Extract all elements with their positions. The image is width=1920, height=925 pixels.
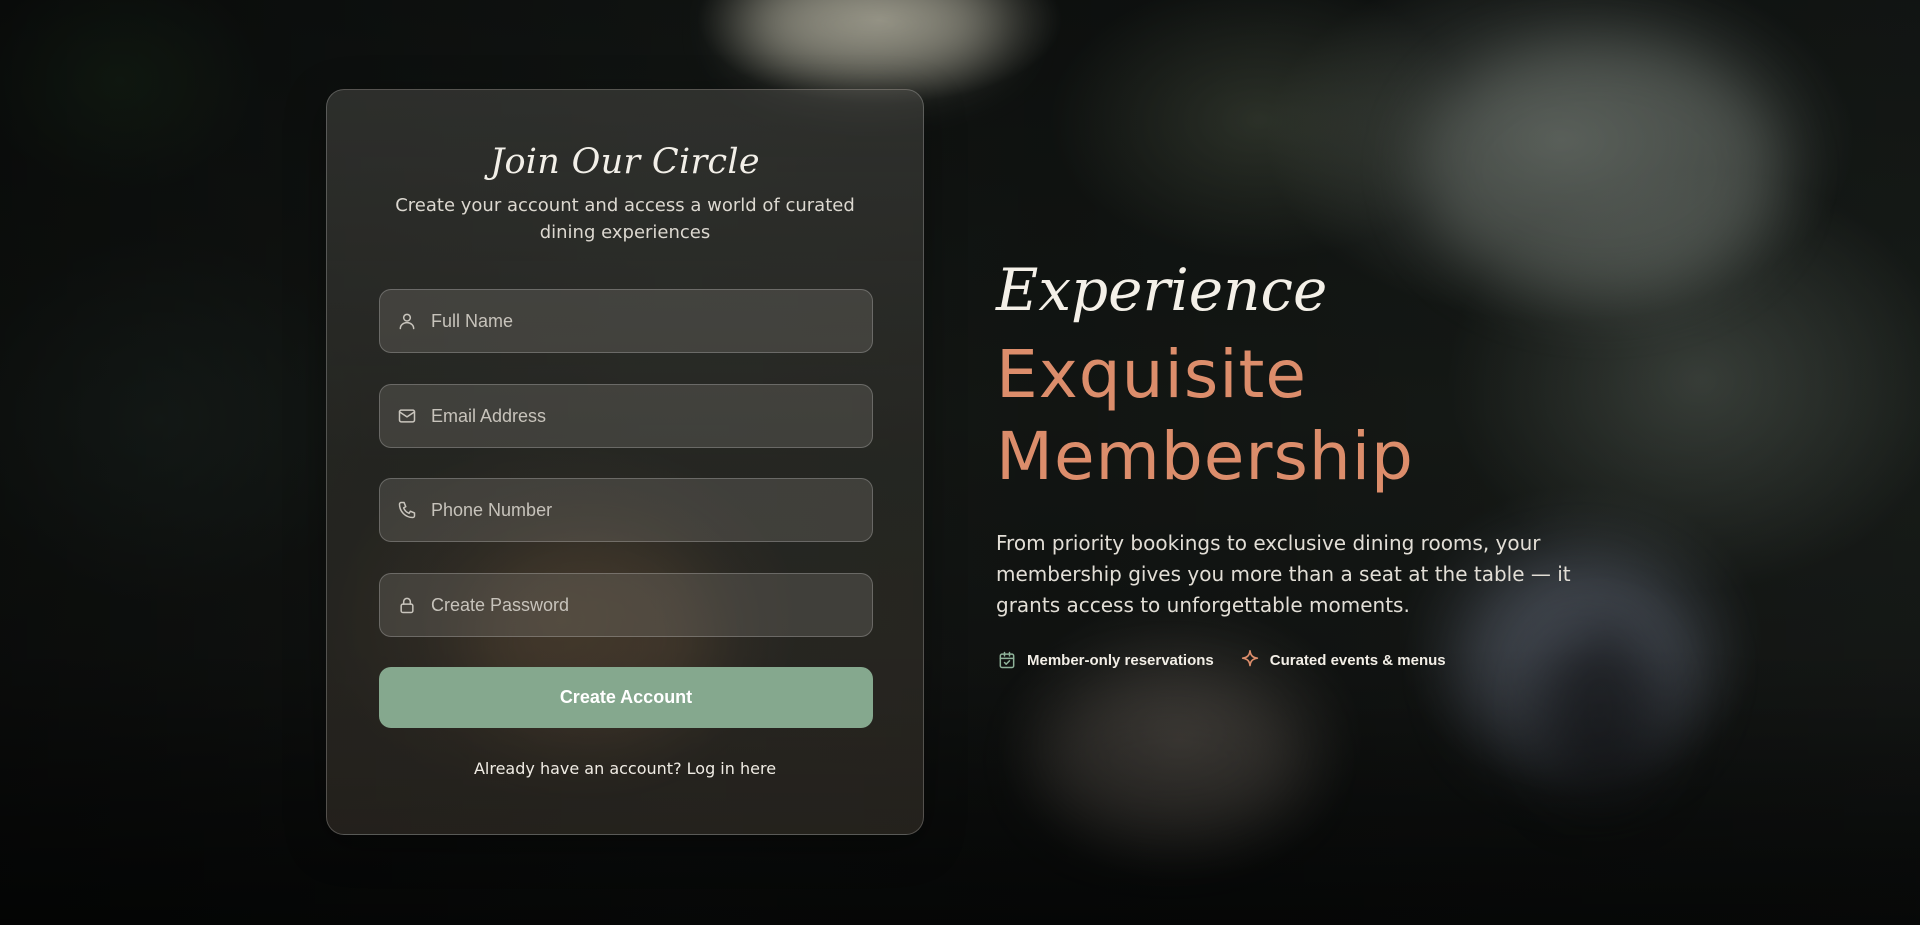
full-name-input[interactable] — [431, 290, 872, 352]
email-field[interactable] — [379, 384, 873, 448]
calendar-check-icon — [996, 649, 1018, 671]
full-name-field[interactable] — [379, 289, 873, 353]
password-input[interactable] — [431, 574, 872, 636]
login-link[interactable]: Already have an account? Log in here — [327, 759, 923, 778]
phone-field[interactable] — [379, 478, 873, 542]
perks-list: Member-only reservations Curated events … — [996, 649, 1471, 671]
hero-title-line-2: Membership — [996, 418, 1414, 495]
user-icon — [396, 310, 418, 332]
perk-curated-events: Curated events & menus — [1239, 649, 1446, 671]
perk-label: Curated events & menus — [1269, 651, 1446, 669]
signup-card: Join Our Circle Create your account and … — [326, 89, 924, 835]
hero-title-line-1: Exquisite — [996, 336, 1308, 413]
perk-label: Member-only reservations — [1027, 651, 1214, 669]
sparkle-icon — [1239, 649, 1261, 671]
signup-title: Join Our Circle — [490, 142, 760, 182]
password-field[interactable] — [379, 573, 873, 637]
phone-input[interactable] — [431, 479, 872, 541]
mail-icon — [396, 405, 418, 427]
signup-subtitle: Create your account and access a world o… — [395, 195, 855, 243]
create-account-button[interactable]: Create Account — [379, 667, 873, 728]
background-image — [0, 0, 1920, 925]
perk-member-reservations: Member-only reservations — [996, 649, 1214, 671]
hero-title: Exquisite Membership — [996, 334, 1414, 498]
hero-description: From priority bookings to exclusive dini… — [996, 531, 1571, 617]
phone-icon — [396, 499, 418, 521]
lock-icon — [396, 594, 418, 616]
hero-eyebrow: Experience — [996, 256, 1328, 324]
email-input[interactable] — [431, 385, 872, 447]
